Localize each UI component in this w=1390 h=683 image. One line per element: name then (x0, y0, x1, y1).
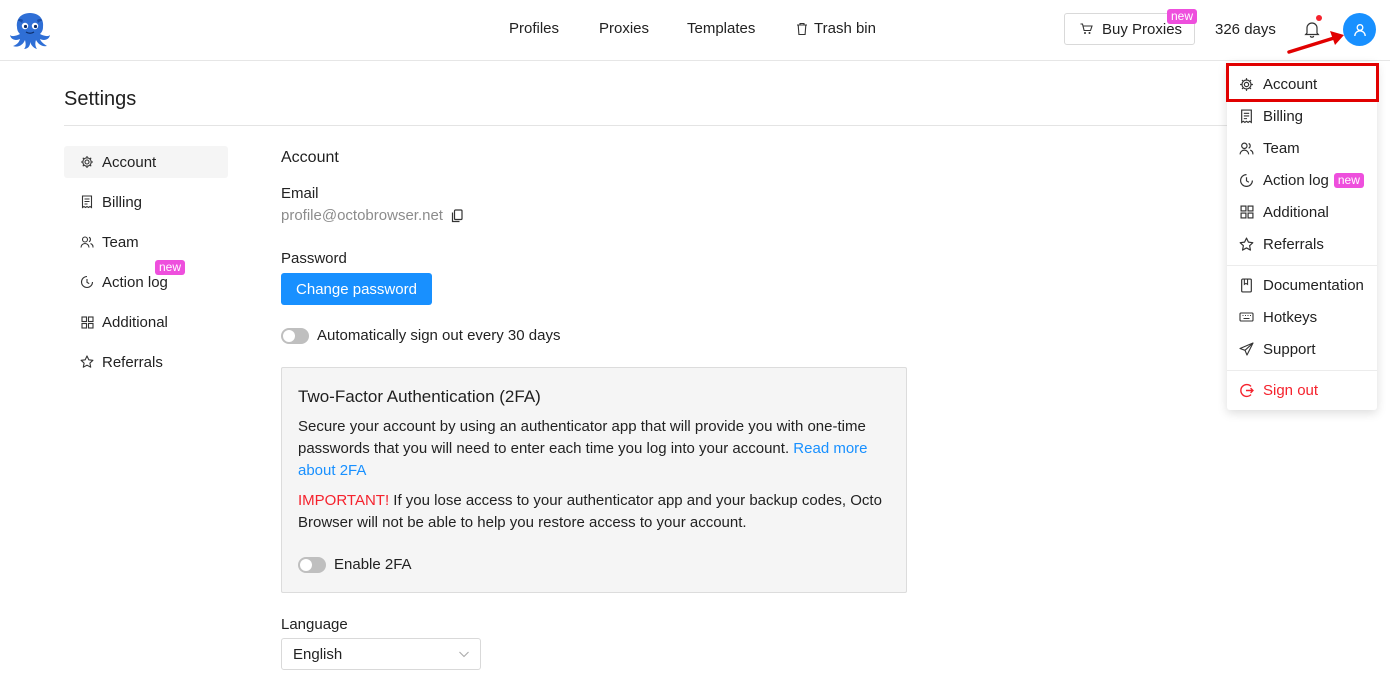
keyboard-icon (1239, 310, 1254, 325)
tfa-title: Two-Factor Authentication (2FA) (298, 387, 541, 406)
history-icon (1239, 173, 1254, 188)
annotation-arrow-icon (1286, 30, 1348, 56)
top-bar: Profiles Proxies Templates Trash bin Buy… (0, 0, 1390, 61)
auto-signout-switch[interactable] (281, 327, 309, 344)
user-icon (1353, 23, 1367, 37)
two-factor-card: Two-Factor Authentication (2FA) Secure y… (281, 367, 907, 593)
new-badge: new (1333, 172, 1364, 188)
menu-item-label: Referrals (1263, 235, 1324, 253)
menu-item-team[interactable]: Team (1227, 132, 1377, 164)
enable-2fa-switch[interactable] (298, 556, 326, 573)
star-icon (80, 355, 94, 369)
menu-item-label: Account (1263, 75, 1318, 93)
sidebar-item-label: Billing (102, 193, 143, 211)
menu-item-label: Support (1263, 340, 1316, 358)
nav-trash-label: Trash bin (814, 20, 876, 37)
language-label: Language (281, 616, 348, 633)
nav-trash-bin[interactable]: Trash bin (796, 20, 876, 37)
subscription-days: 326 days (1215, 21, 1276, 38)
team-icon (1239, 141, 1254, 156)
nav-profiles[interactable]: Profiles (509, 20, 559, 37)
sidebar-item-billing[interactable]: Billing (64, 186, 228, 218)
menu-item-account[interactable]: Account (1227, 68, 1377, 100)
sidebar-item-label: Additional (102, 313, 168, 331)
sidebar-item-action-log[interactable]: Action log (64, 266, 228, 298)
cart-icon (1080, 23, 1093, 35)
tfa-description: Secure your account by using an authenti… (298, 416, 888, 482)
history-icon (80, 275, 94, 289)
tfa-important-label: IMPORTANT! (298, 492, 390, 509)
title-divider (64, 125, 1234, 126)
section-title: Account (281, 149, 339, 166)
new-badge: new (1167, 9, 1198, 24)
menu-item-sign-out[interactable]: Sign out (1227, 374, 1377, 406)
gear-icon (80, 155, 94, 169)
email-value: profile@octobrowser.net (281, 207, 443, 224)
book-icon (1239, 277, 1254, 293)
menu-item-label: Documentation (1263, 276, 1364, 294)
auto-signout-label: Automatically sign out every 30 days (317, 327, 561, 344)
chevron-down-icon (458, 649, 470, 659)
new-badge: new (155, 260, 186, 275)
menu-item-label: Additional (1263, 203, 1329, 221)
send-icon (1239, 342, 1254, 357)
change-password-button[interactable]: Change password (281, 273, 432, 305)
menu-divider (1227, 265, 1377, 266)
email-label: Email (281, 185, 319, 202)
sidebar-item-label: Referrals (102, 353, 163, 371)
gear-icon (1239, 77, 1254, 92)
star-icon (1239, 236, 1254, 252)
menu-item-label: Sign out (1263, 381, 1319, 399)
octo-logo-icon[interactable] (8, 10, 52, 50)
enable-2fa-row: Enable 2FA (298, 556, 412, 573)
logout-icon (1239, 383, 1254, 398)
password-label: Password (281, 250, 347, 267)
sidebar-item-referrals[interactable]: Referrals (64, 346, 228, 378)
email-row: profile@octobrowser.net (281, 207, 463, 224)
trash-icon (796, 22, 808, 36)
apps-icon (80, 315, 94, 329)
menu-item-label: Action log (1263, 171, 1329, 189)
menu-item-label: Team (1263, 139, 1300, 157)
sidebar-item-label: Action log (102, 273, 168, 291)
account-dropdown-menu: Account Billing Team Action log new Addi… (1227, 62, 1377, 410)
page-title: Settings (64, 88, 137, 110)
sidebar-item-account[interactable]: Account (64, 146, 228, 178)
nav-templates[interactable]: Templates (687, 20, 755, 37)
nav-proxies[interactable]: Proxies (599, 20, 649, 37)
tfa-description-text: Secure your account by using an authenti… (298, 418, 866, 457)
language-select[interactable]: English (281, 638, 481, 670)
menu-divider (1227, 370, 1377, 371)
sidebar-item-label: Team (102, 233, 139, 251)
receipt-icon (1239, 108, 1254, 124)
sidebar-item-additional[interactable]: Additional (64, 306, 228, 338)
menu-item-documentation[interactable]: Documentation (1227, 269, 1377, 301)
menu-item-additional[interactable]: Additional (1227, 196, 1377, 228)
receipt-icon (80, 195, 94, 209)
menu-item-label: Hotkeys (1263, 308, 1318, 326)
menu-item-support[interactable]: Support (1227, 333, 1377, 365)
menu-item-referrals[interactable]: Referrals (1227, 228, 1377, 260)
apps-icon (1239, 205, 1254, 220)
sidebar-item-label: Account (102, 153, 157, 171)
auto-signout-row: Automatically sign out every 30 days (281, 327, 560, 344)
enable-2fa-label: Enable 2FA (334, 556, 412, 573)
menu-item-action-log[interactable]: Action log new (1227, 164, 1377, 196)
tfa-warning: IMPORTANT! If you lose access to your au… (298, 490, 888, 534)
menu-item-label: Billing (1263, 107, 1304, 125)
menu-item-billing[interactable]: Billing (1227, 100, 1377, 132)
team-icon (80, 235, 94, 249)
sidebar-item-team[interactable]: Team (64, 226, 228, 258)
language-value: English (293, 645, 343, 663)
menu-item-hotkeys[interactable]: Hotkeys (1227, 301, 1377, 333)
notification-dot (1316, 15, 1322, 21)
copy-icon[interactable] (451, 208, 463, 223)
